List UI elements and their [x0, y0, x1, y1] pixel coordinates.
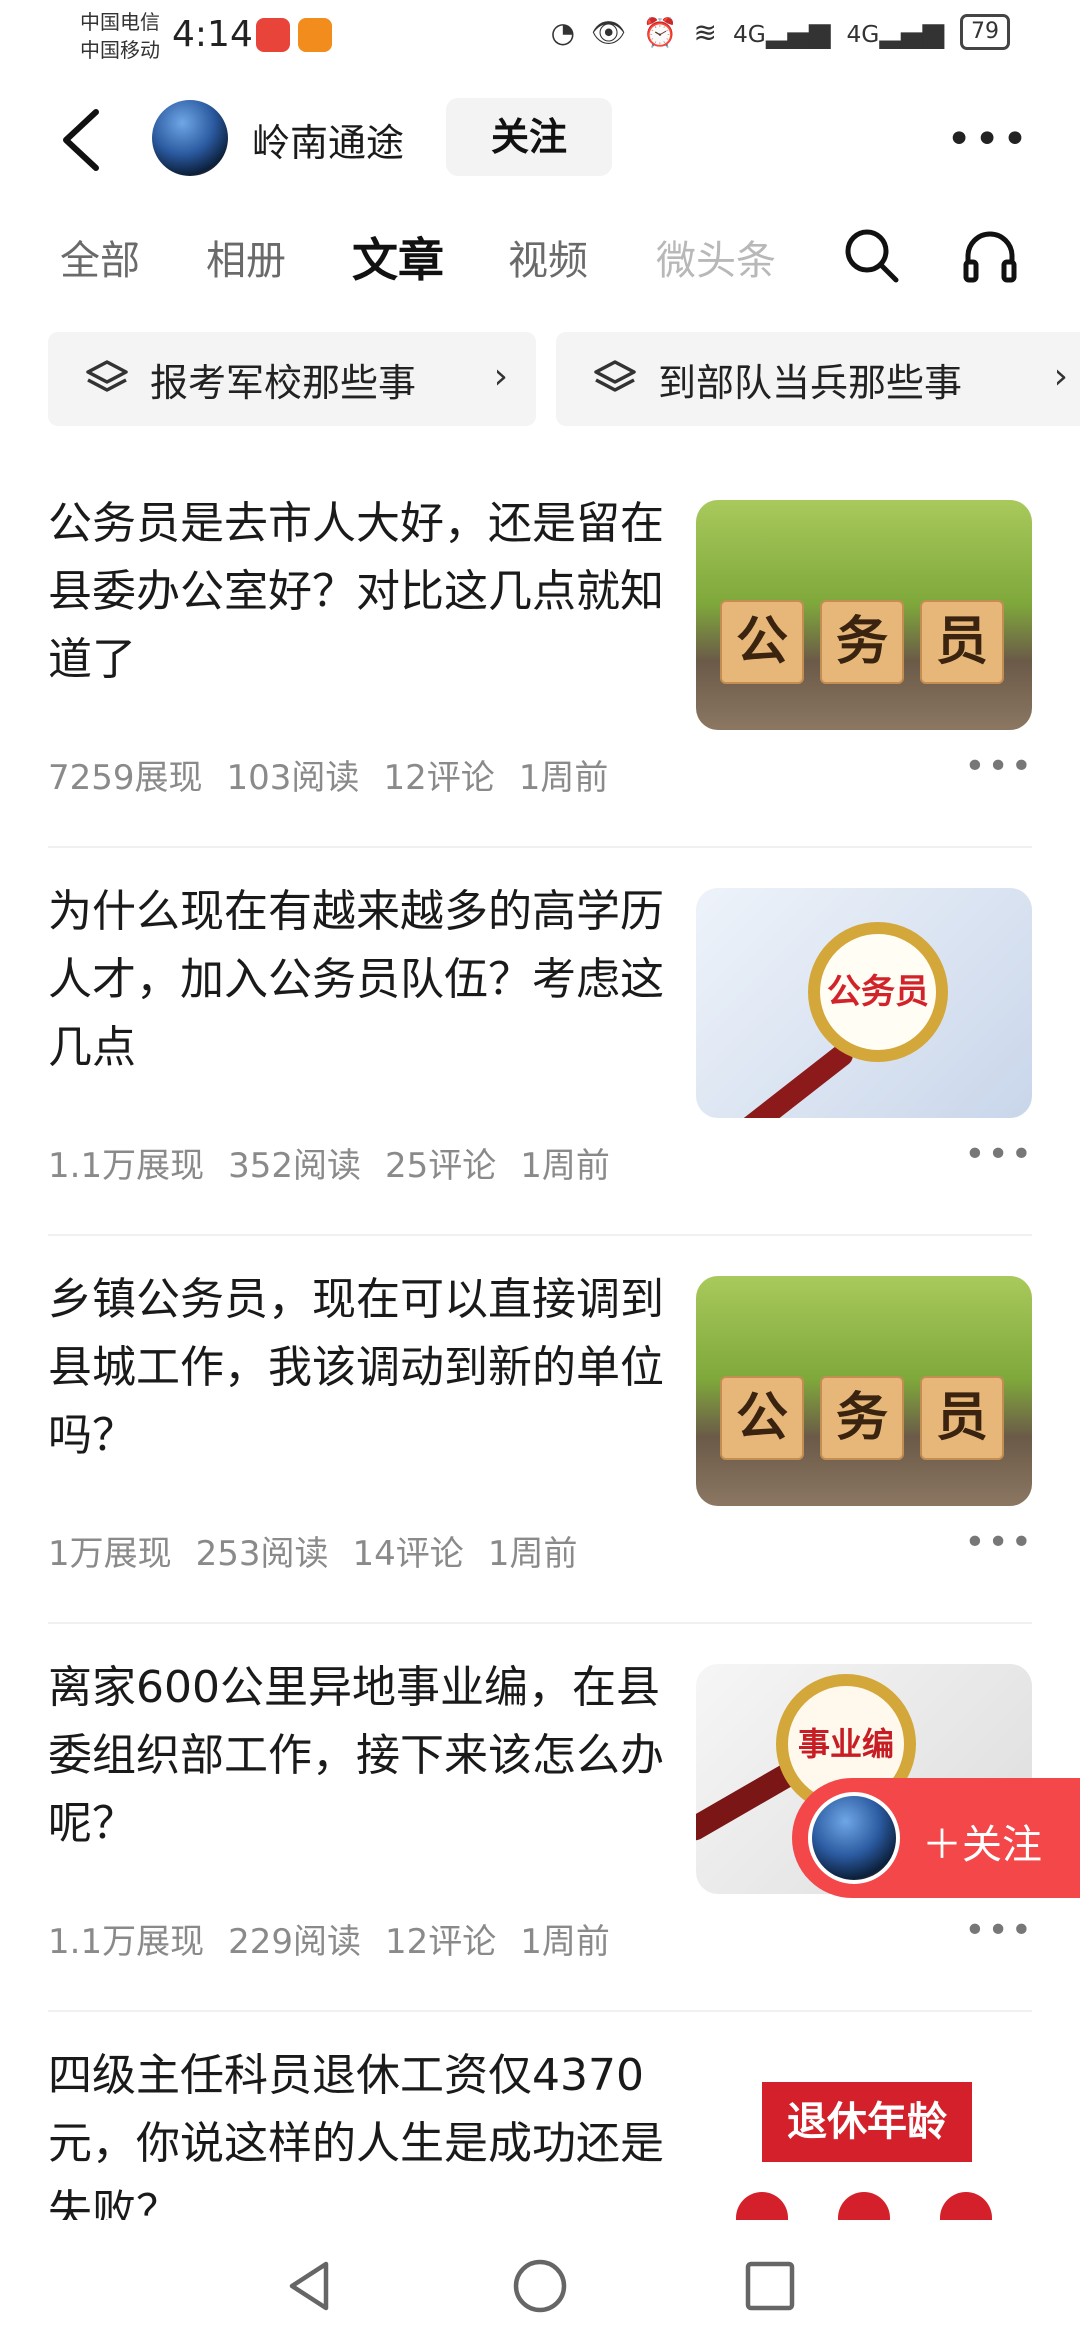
reads: 352阅读	[228, 1146, 361, 1186]
article-title[interactable]: 公务员是去市人大好，还是留在县委办公室好？对比这几点就知道了	[48, 490, 668, 694]
reads: 253阅读	[195, 1534, 329, 1574]
collection-label: 报考军校那些事	[150, 360, 417, 405]
carrier-2: 中国移动	[80, 38, 160, 62]
thumb-block: 务	[820, 600, 904, 684]
system-nav-bar	[0, 2230, 1080, 2340]
floating-follow-label: ＋关注	[922, 1822, 1042, 1868]
thumb-pillar	[838, 2192, 890, 2220]
channel-name[interactable]: 岭南通途	[252, 112, 404, 167]
status-time: 4:14	[172, 14, 253, 55]
carrier-info: 中国电信 中国移动	[80, 8, 160, 64]
alarm-icon: ⏰	[642, 15, 678, 49]
reads: 229阅读	[228, 1922, 361, 1962]
status-icons: ◔ 👁 ⏰ ≋ 4G▂▄▆ 4G▂▄▆ 79	[551, 14, 1010, 50]
nav-back-icon[interactable]	[280, 2256, 340, 2316]
comments: 25评论	[384, 1146, 497, 1186]
article-meta: 7259展现 103阅读 12评论 1周前	[48, 750, 608, 799]
publish-time: 1周前	[520, 1146, 610, 1186]
back-arrow-icon	[63, 109, 99, 171]
huawei-app-icon	[256, 18, 290, 52]
tab-videos[interactable]: 视频	[508, 228, 588, 286]
headphones-icon[interactable]	[958, 224, 1022, 288]
thumb-text: 公务员	[808, 922, 948, 1062]
tab-micro-posts[interactable]: 微头条	[656, 228, 776, 286]
collection-label: 到部队当兵那些事	[658, 360, 963, 405]
article-thumbnail[interactable]: 公 务 员	[696, 1276, 1032, 1506]
article-options-icon[interactable]: •••	[964, 746, 1034, 787]
tab-articles[interactable]: 文章	[352, 224, 444, 290]
article-meta: 1万展现 253阅读 14评论 1周前	[48, 1526, 577, 1575]
article-thumbnail[interactable]: 公务员	[696, 888, 1032, 1118]
article-meta: 1.1万展现 352阅读 25评论 1周前	[48, 1138, 610, 1187]
more-options-icon[interactable]: •••	[946, 114, 1030, 165]
thumb-block: 员	[920, 1376, 1004, 1460]
search-icon[interactable]	[840, 224, 904, 288]
video-app-icon	[298, 18, 332, 52]
collection-military-school[interactable]: 报考军校那些事 ›	[48, 332, 536, 426]
nav-home-icon[interactable]	[510, 2256, 570, 2316]
article-meta: 1.1万展现 229阅读 12评论 1周前	[48, 1914, 610, 1963]
magnifier-handle	[732, 1040, 857, 1118]
content-tabs: 全部 相册 文章 视频 微头条	[0, 210, 1080, 300]
article-thumbnail[interactable]: 公 务 员	[696, 500, 1032, 730]
article-options-icon[interactable]: •••	[964, 1134, 1034, 1175]
speed-icon: ◔	[550, 15, 576, 49]
thumb-block: 公	[720, 600, 804, 684]
article-item[interactable]: 公务员是去市人大好，还是留在县委办公室好？对比这几点就知道了 公 务 员 725…	[0, 460, 1080, 848]
nav-recents-icon[interactable]	[740, 2256, 800, 2316]
tab-all[interactable]: 全部	[60, 228, 140, 286]
signal-icon-2: 4G▂▄▆	[846, 15, 944, 49]
eye-icon: 👁	[591, 15, 627, 49]
article-item[interactable]: 为什么现在有越来越多的高学历人才，加入公务员队伍？考虑这几点 公务员 1.1万展…	[0, 848, 1080, 1236]
collection-army-service[interactable]: 到部队当兵那些事 ›	[556, 332, 1080, 426]
thumb-block: 员	[920, 600, 1004, 684]
article-title[interactable]: 为什么现在有越来越多的高学历人才，加入公务员队伍？考虑这几点	[48, 878, 668, 1082]
publish-time: 1周前	[520, 1922, 610, 1962]
article-title[interactable]: 乡镇公务员，现在可以直接调到县城工作，我该调动到新的单位吗？	[48, 1266, 668, 1470]
chevron-right-icon: ›	[493, 356, 508, 397]
reads: 103阅读	[226, 758, 360, 798]
thumb-block: 务	[820, 1376, 904, 1460]
article-thumbnail[interactable]: 退休年龄	[696, 2052, 1032, 2220]
impressions: 7259展现	[48, 758, 203, 798]
article-title[interactable]: 离家600公里异地事业编，在县委组织部工作，接下来该怎么办呢？	[48, 1654, 668, 1858]
follow-button[interactable]: 关注	[446, 98, 612, 176]
wifi-icon: ≋	[693, 15, 717, 49]
signal-icon-1: 4G▂▄▆	[732, 15, 831, 49]
article-item[interactable]: 乡镇公务员，现在可以直接调到县城工作，我该调动到新的单位吗？ 公 务 员 1万展…	[0, 1236, 1080, 1624]
publish-time: 1周前	[487, 1534, 578, 1574]
channel-avatar[interactable]	[152, 100, 228, 176]
layers-icon	[594, 360, 636, 392]
comments: 12评论	[383, 758, 495, 798]
impressions: 1万展现	[48, 1534, 172, 1574]
tab-albums[interactable]: 相册	[206, 228, 286, 286]
status-bar: 中国电信 中国移动 4:14 ◔ 👁 ⏰ ≋ 4G▂▄▆ 4G▂▄▆ 79	[0, 0, 1080, 76]
article-item[interactable]: 四级主任科员退休工资仅4370元，你说这样的人生是成功还是失败？ 退休年龄	[0, 2012, 1080, 2220]
chevron-right-icon: ›	[1053, 356, 1068, 397]
publish-time: 1周前	[518, 758, 609, 798]
impressions: 1.1万展现	[48, 1922, 205, 1962]
thumb-block: 公	[720, 1376, 804, 1460]
article-title[interactable]: 四级主任科员退休工资仅4370元，你说这样的人生是成功还是失败？	[48, 2042, 668, 2220]
article-options-icon[interactable]: •••	[964, 1522, 1034, 1563]
article-options-icon[interactable]: •••	[964, 1910, 1034, 1951]
thumb-pillar	[940, 2192, 992, 2220]
article-feed: 公务员是去市人大好，还是留在县委办公室好？对比这几点就知道了 公 务 员 725…	[0, 460, 1080, 2220]
channel-avatar	[808, 1792, 900, 1884]
channel-header: 岭南通途 关注 •••	[0, 90, 1080, 190]
thumb-pillar	[736, 2192, 788, 2220]
back-button[interactable]	[52, 104, 112, 176]
thumb-text: 退休年龄	[762, 2082, 972, 2162]
collection-list: 报考军校那些事 › 到部队当兵那些事 ›	[48, 332, 1080, 426]
comments: 14评论	[352, 1534, 464, 1574]
comments: 12评论	[384, 1922, 497, 1962]
carrier-1: 中国电信	[80, 10, 160, 34]
impressions: 1.1万展现	[48, 1146, 205, 1186]
layers-icon	[86, 360, 128, 392]
battery-indicator: 79	[960, 14, 1010, 50]
floating-follow-button[interactable]: ＋关注	[792, 1778, 1080, 1898]
